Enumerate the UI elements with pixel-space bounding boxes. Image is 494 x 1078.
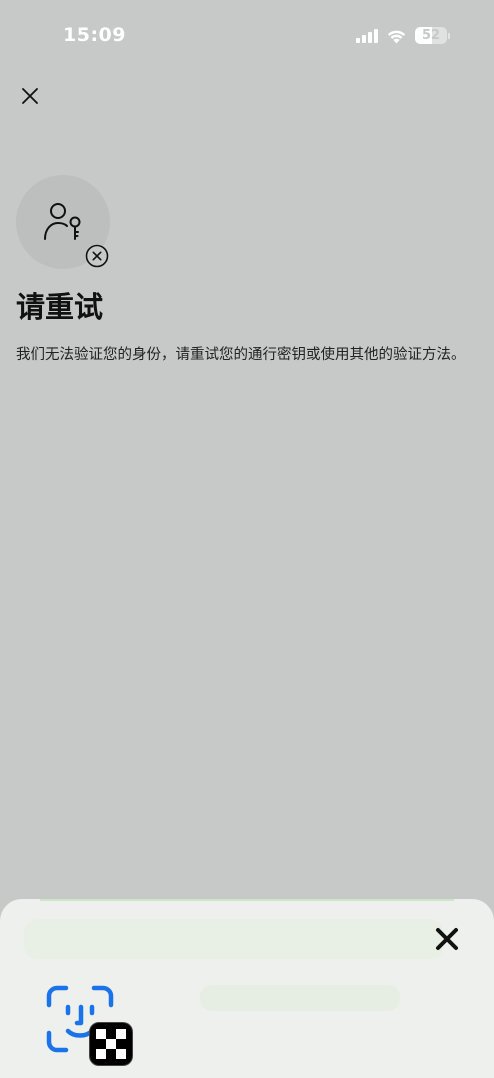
battery-icon: 52 — [415, 27, 447, 44]
status-bar: 15:09 52 — [0, 0, 494, 72]
close-button[interactable] — [16, 82, 44, 110]
error-message: 我们无法验证您的身份，请重试您的通行密钥或使用其他的验证方法。 — [16, 347, 466, 363]
face-id-sheet — [0, 899, 494, 1078]
blurred-background-area — [24, 919, 444, 959]
okx-app-icon — [89, 1022, 133, 1066]
error-badge — [85, 244, 109, 268]
okx-logo-icon — [96, 1029, 126, 1059]
status-icons: 52 — [356, 27, 450, 44]
page-title: 请重试 — [16, 290, 104, 324]
close-icon — [436, 928, 458, 950]
wifi-icon — [387, 30, 406, 43]
sheet-top-edge — [40, 899, 454, 901]
cellular-signal-icon — [356, 28, 378, 43]
sheet-close-button[interactable] — [432, 924, 462, 954]
passkey-status-icon — [16, 175, 110, 269]
close-icon — [22, 88, 38, 104]
status-time: 15:09 — [63, 24, 126, 46]
error-x-circle-icon — [85, 244, 109, 268]
blurred-background-area — [200, 985, 400, 1011]
battery-percent: 52 — [421, 28, 441, 43]
battery-nub — [448, 32, 450, 39]
user-key-icon — [44, 203, 81, 240]
